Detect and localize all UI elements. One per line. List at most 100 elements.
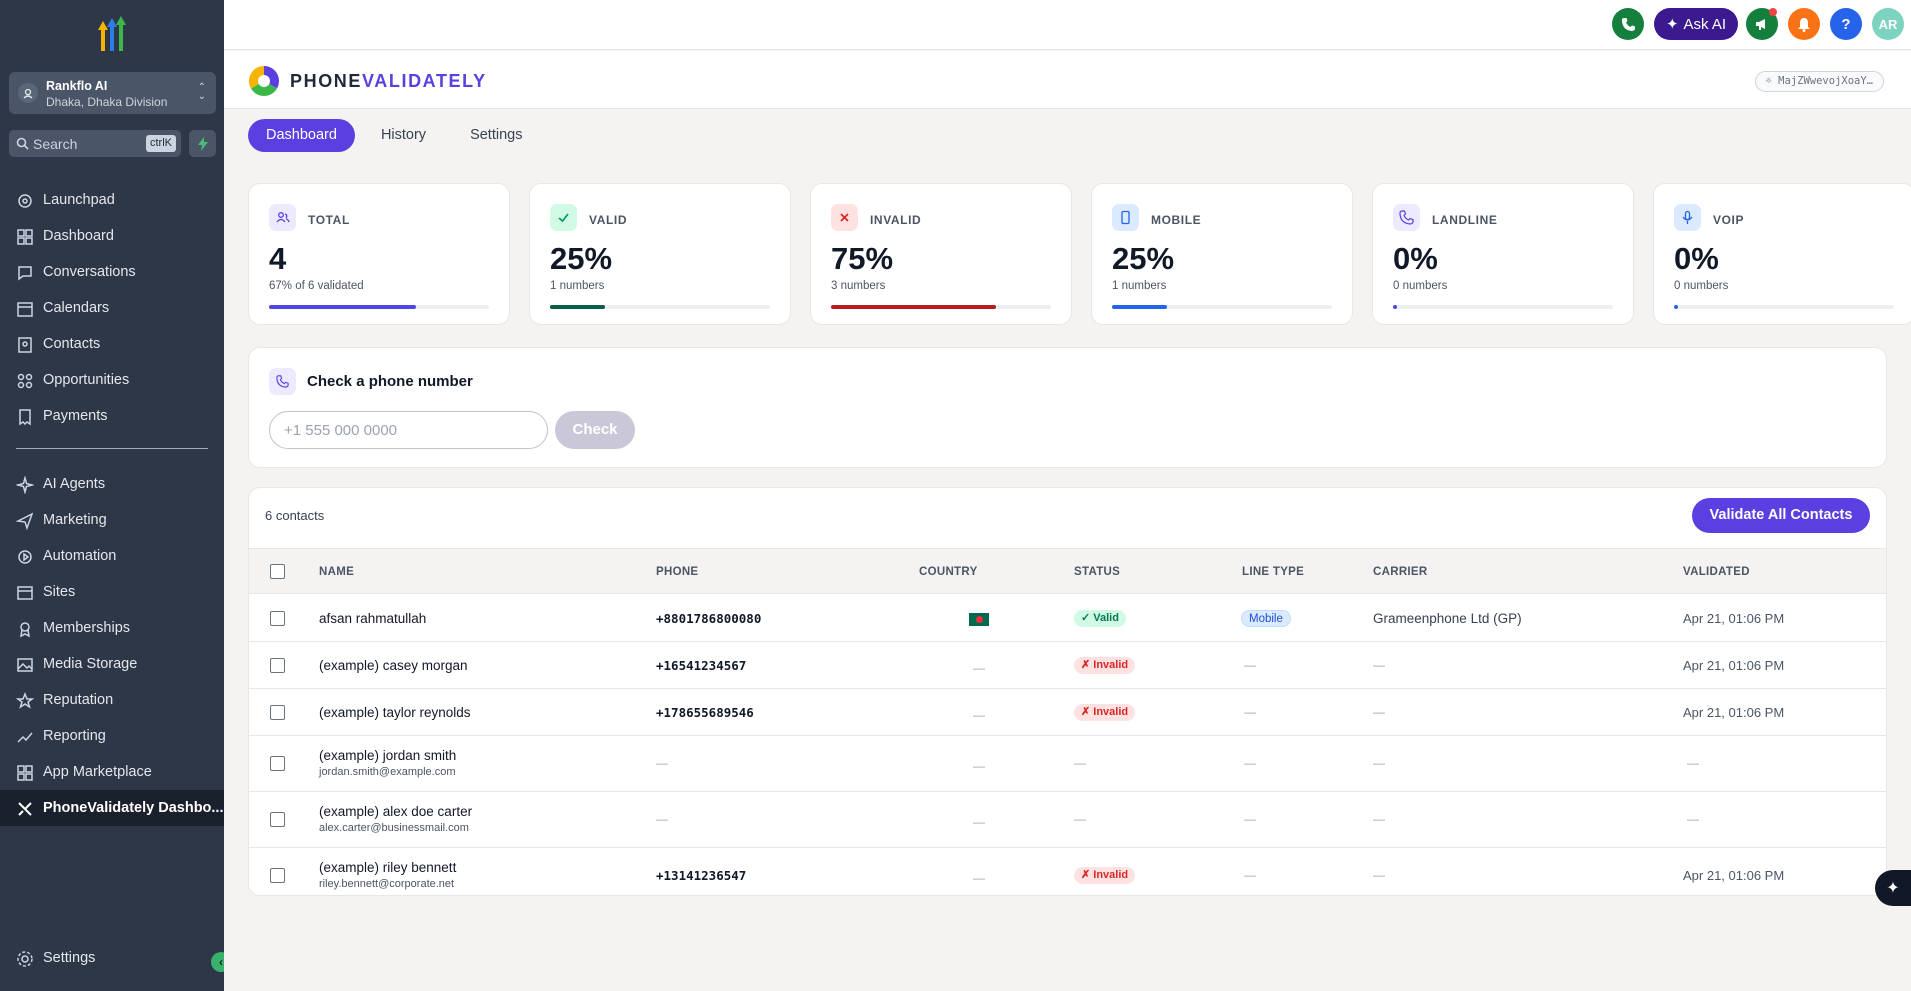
sidebar-item-sites[interactable]: Sites bbox=[0, 574, 224, 610]
sidebar-item-contacts[interactable]: Contacts bbox=[0, 326, 224, 362]
sidebar-item-launchpad[interactable]: Launchpad bbox=[0, 182, 224, 218]
sidebar-item-conversations[interactable]: Conversations bbox=[0, 254, 224, 290]
announcements-button[interactable] bbox=[1746, 8, 1778, 40]
sidebar-item-label: AI Agents bbox=[43, 476, 106, 492]
sidebar-item-marketing[interactable]: Marketing bbox=[0, 502, 224, 538]
sidebar-item-label: Conversations bbox=[43, 264, 136, 280]
stat-card-total: TOTAL 4 67% of 6 validated bbox=[248, 183, 510, 325]
sidebar-item-calendars[interactable]: Calendars bbox=[0, 290, 224, 326]
contact-name[interactable]: (example) alex doe carter bbox=[319, 804, 472, 819]
row-checkbox[interactable] bbox=[270, 756, 285, 771]
row-checkbox[interactable] bbox=[270, 611, 285, 626]
contact-name[interactable]: (example) taylor reynolds bbox=[319, 705, 471, 720]
col-name[interactable]: NAME bbox=[319, 566, 354, 578]
sidebar-search[interactable]: Search ctrlK bbox=[9, 130, 181, 157]
account-switcher[interactable]: Rankflo AI Dhaka, Dhaka Division ⌃ ⌄ bbox=[9, 72, 216, 114]
stat-progress-fill bbox=[1674, 305, 1679, 309]
contact-name[interactable]: (example) jordan smith bbox=[319, 748, 456, 763]
chart-icon bbox=[17, 732, 33, 743]
empty-value: — bbox=[1687, 812, 1699, 826]
sidebar-item-memberships[interactable]: Memberships bbox=[0, 610, 224, 646]
mobile-icon bbox=[1112, 204, 1139, 231]
contacts-count: 6 contacts bbox=[265, 508, 325, 523]
phonevalidately-logo-icon bbox=[248, 66, 280, 97]
stat-card-invalid: INVALID 75% 3 numbers bbox=[810, 183, 1072, 325]
stat-value: 25% bbox=[1112, 241, 1175, 276]
tab-dashboard[interactable]: Dashboard bbox=[248, 119, 355, 152]
validated-date: Apr 21, 01:06 PM bbox=[1683, 611, 1785, 626]
stat-label: INVALID bbox=[870, 213, 922, 227]
contact-name[interactable]: afsan rahmatullah bbox=[319, 611, 426, 626]
tab-history[interactable]: History bbox=[363, 119, 444, 152]
ai-assistant-button[interactable]: ✦ bbox=[1875, 870, 1911, 906]
stat-subtext: 1 numbers bbox=[1112, 280, 1167, 292]
stat-subtext: 67% of 6 validated bbox=[269, 280, 364, 292]
check-button[interactable]: Check bbox=[555, 411, 635, 449]
app-logo[interactable] bbox=[92, 16, 132, 54]
sidebar-item-media-storage[interactable]: Media Storage bbox=[0, 646, 224, 682]
status-badge: ✗ Invalid bbox=[1074, 657, 1136, 674]
validate-all-button[interactable]: Validate All Contacts bbox=[1692, 498, 1870, 533]
row-checkbox[interactable] bbox=[270, 705, 285, 720]
sidebar-item-settings[interactable]: Settings bbox=[0, 940, 224, 976]
empty-value: — bbox=[1244, 756, 1256, 770]
ask-ai-button[interactable]: ✦ Ask AI bbox=[1654, 8, 1738, 40]
bell-icon bbox=[1798, 17, 1810, 32]
row-checkbox[interactable] bbox=[270, 812, 285, 827]
sparkle-icon: ✦ bbox=[1886, 880, 1900, 897]
sidebar-item-app-marketplace[interactable]: App Marketplace bbox=[0, 754, 224, 790]
api-key-pill[interactable]: ☼ MajZWwevojXoaY… bbox=[1754, 71, 1884, 92]
receipt-icon bbox=[19, 409, 31, 426]
select-all-checkbox[interactable] bbox=[270, 564, 285, 579]
empty-value: — bbox=[656, 812, 668, 826]
stat-card-valid: VALID 25% 1 numbers bbox=[529, 183, 791, 325]
lightning-icon bbox=[197, 136, 208, 151]
col-validated[interactable]: VALIDATED bbox=[1683, 566, 1750, 578]
question-icon: ? bbox=[1841, 15, 1851, 33]
sidebar-item-reputation[interactable]: Reputation bbox=[0, 682, 224, 718]
stat-card-mobile: MOBILE 25% 1 numbers bbox=[1091, 183, 1353, 325]
contact-phone: +16541234567 bbox=[656, 658, 747, 673]
notifications-button[interactable] bbox=[1788, 8, 1820, 40]
phone-icon bbox=[269, 368, 296, 395]
empty-value: — bbox=[656, 756, 668, 770]
tab-settings[interactable]: Settings bbox=[452, 119, 540, 152]
stat-value: 25% bbox=[550, 241, 613, 276]
col-status[interactable]: STATUS bbox=[1074, 566, 1120, 578]
help-button[interactable]: ? bbox=[1830, 8, 1862, 40]
table-row[interactable]: (example) casey morgan +16541234567 — ✗ Inv… bbox=[249, 642, 1886, 689]
star-icon bbox=[16, 692, 34, 709]
sparkle-icon bbox=[16, 476, 34, 494]
sidebar-item-reporting[interactable]: Reporting bbox=[0, 718, 224, 754]
user-avatar[interactable]: AR bbox=[1872, 8, 1904, 40]
stat-subtext: 3 numbers bbox=[831, 280, 886, 292]
stat-value: 0% bbox=[1393, 241, 1438, 276]
phone-call-button[interactable] bbox=[1612, 8, 1644, 40]
contact-name[interactable]: (example) riley bennett bbox=[319, 860, 456, 875]
table-row[interactable]: (example) alex doe carter alex.carter@bus… bbox=[249, 792, 1886, 848]
table-row[interactable]: (example) riley bennett riley.bennett@cor… bbox=[249, 848, 1886, 895]
contact-name[interactable]: (example) casey morgan bbox=[319, 658, 468, 673]
sidebar-item-dashboard[interactable]: Dashboard bbox=[0, 218, 224, 254]
search-placeholder: Search bbox=[33, 136, 78, 152]
quick-action-button[interactable] bbox=[189, 130, 216, 157]
sidebar-item-payments[interactable]: Payments bbox=[0, 398, 224, 434]
empty-value: — bbox=[973, 661, 985, 675]
sidebar-item-automation[interactable]: Automation bbox=[0, 538, 224, 574]
row-checkbox[interactable] bbox=[270, 658, 285, 673]
col-country[interactable]: COUNTRY bbox=[919, 566, 978, 578]
table-row[interactable]: afsan rahmatullah +8801786800080 ✓ Valid Mo… bbox=[249, 595, 1886, 642]
contact-email: jordan.smith@example.com bbox=[319, 766, 456, 778]
stat-subtext: 1 numbers bbox=[550, 280, 605, 292]
table-row[interactable]: (example) taylor reynolds +178655689546 — ✗… bbox=[249, 689, 1886, 736]
col-line-type[interactable]: LINE TYPE bbox=[1242, 566, 1304, 578]
sidebar-item-phonevalidately-dashbo[interactable]: PhoneValidately Dashbo... bbox=[0, 790, 224, 826]
sidebar-item-label: Memberships bbox=[43, 620, 131, 636]
phone-number-input[interactable] bbox=[269, 411, 548, 449]
table-row[interactable]: (example) jordan smith jordan.smith@examp… bbox=[249, 736, 1886, 792]
col-carrier[interactable]: CARRIER bbox=[1373, 566, 1428, 578]
col-phone[interactable]: PHONE bbox=[656, 566, 698, 578]
sidebar-item-opportunities[interactable]: Opportunities bbox=[0, 362, 224, 398]
row-checkbox[interactable] bbox=[270, 868, 285, 883]
sidebar-item-ai-agents[interactable]: AI Agents bbox=[0, 466, 224, 502]
